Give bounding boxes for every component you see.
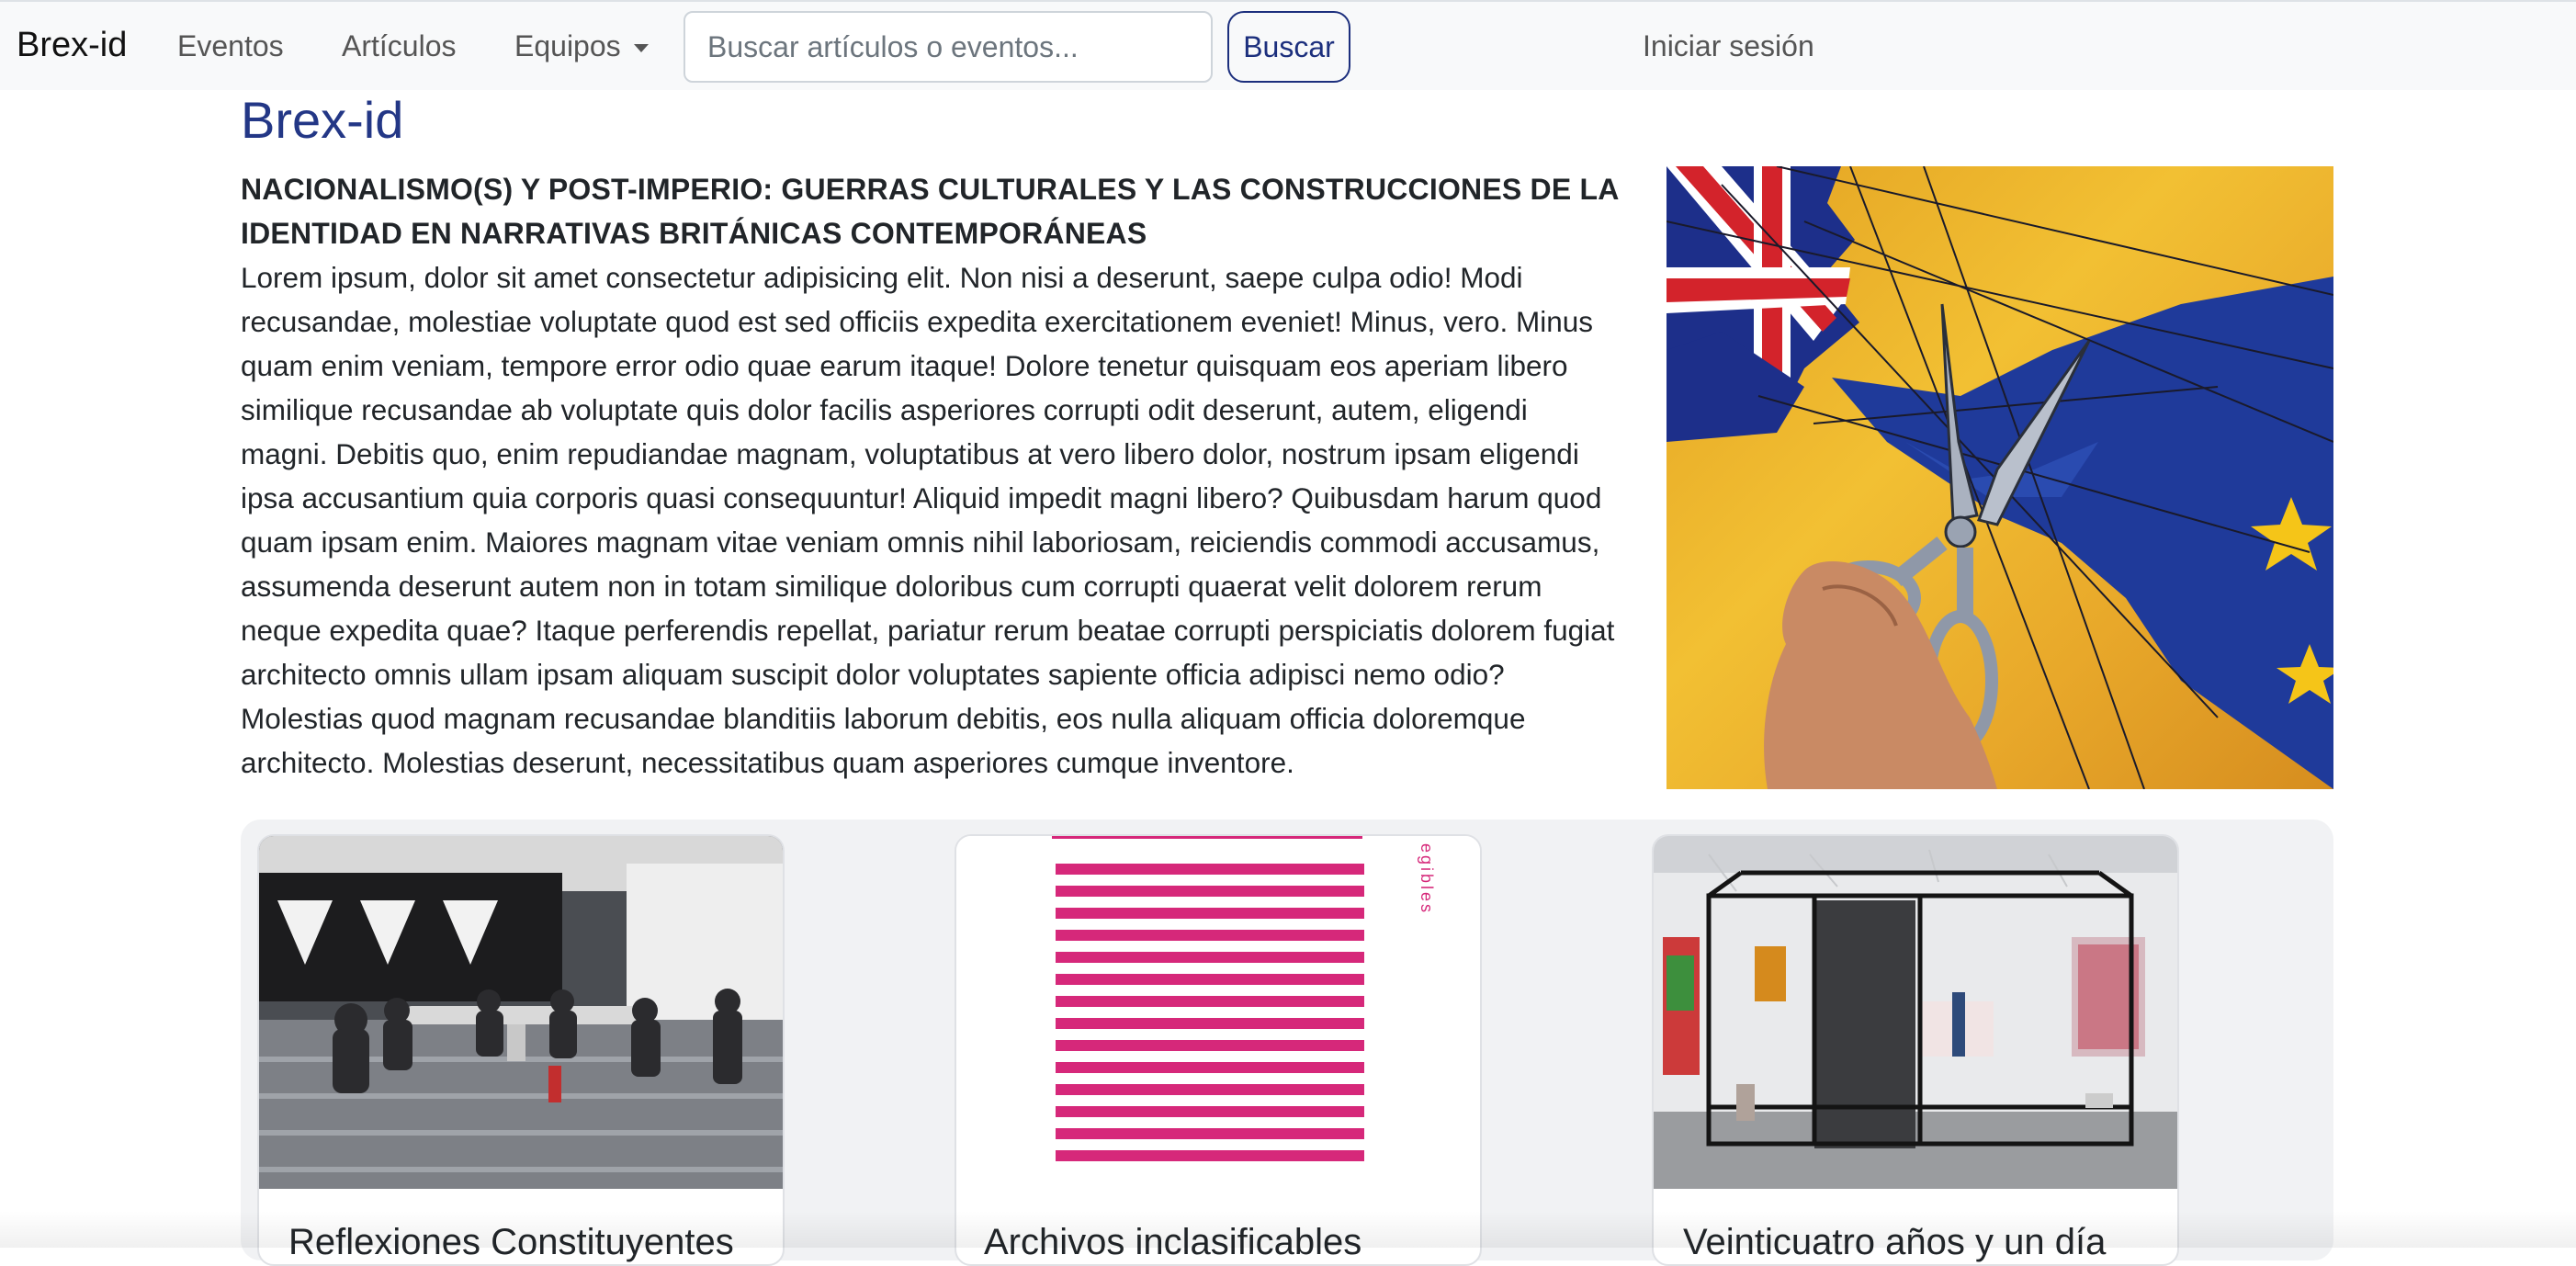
card-image-text: egibles (1418, 843, 1436, 915)
hero-image (1666, 166, 2333, 789)
event-card[interactable]: Reflexiones Constituyentes (257, 834, 785, 1266)
nav-teams-label: Equipos (514, 29, 621, 62)
nav-articles-link[interactable]: Artículos (342, 29, 456, 63)
caret-down-icon (633, 44, 649, 53)
article-title[interactable]: NACIONALISMO(S) Y POST-IMPERIO: GUERRAS … (241, 167, 1619, 255)
card-image (1654, 836, 2177, 1189)
search-input[interactable] (684, 11, 1213, 83)
nav-events-link[interactable]: Eventos (177, 29, 284, 63)
event-card[interactable]: egibles Archivos inclasificables (955, 834, 1482, 1266)
event-card[interactable]: Veinticuatro años y un día (1652, 834, 2179, 1266)
page-title: Brex-id (241, 91, 404, 149)
card-title[interactable]: Veinticuatro años y un día (1683, 1222, 2106, 1263)
scissors-flag-illustration (1666, 166, 2333, 789)
card-image (259, 836, 783, 1189)
card-title[interactable]: Reflexiones Constituyentes (288, 1222, 734, 1263)
login-link[interactable]: Iniciar sesión (1643, 29, 1814, 63)
search-button[interactable]: Buscar (1227, 11, 1350, 83)
nav-teams-dropdown[interactable]: Equipos (514, 29, 649, 63)
card-title[interactable]: Archivos inclasificables (984, 1222, 1361, 1263)
article-body: Lorem ipsum, dolor sit amet consectetur … (241, 261, 1615, 779)
card-image: egibles (956, 836, 1480, 1189)
brand-link[interactable]: Brex-id (17, 26, 127, 65)
navbar: Brex-id Eventos Artículos Equipos Buscar… (0, 0, 2576, 90)
